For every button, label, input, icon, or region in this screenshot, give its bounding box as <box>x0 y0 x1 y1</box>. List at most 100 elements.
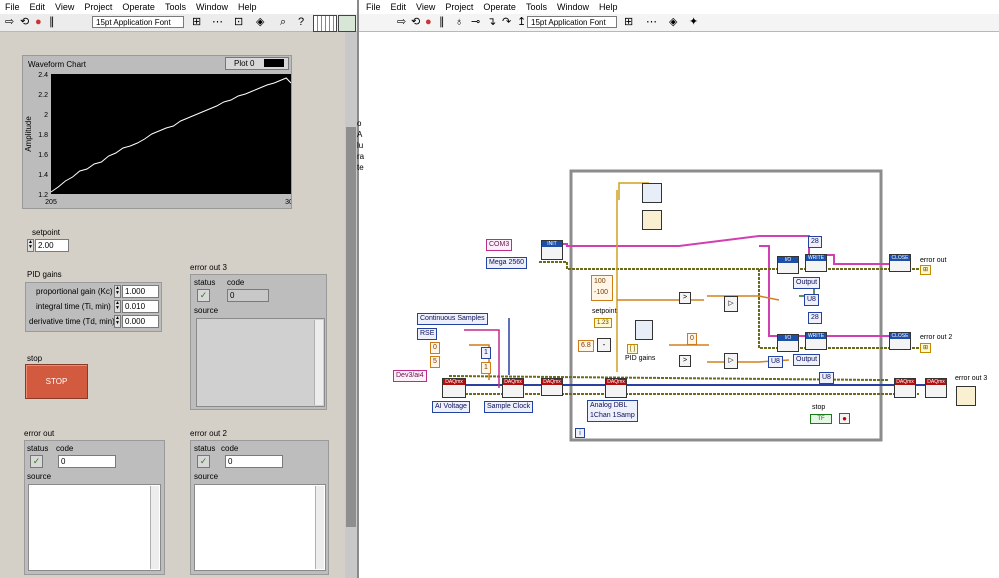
zero-constant[interactable]: 0 <box>687 333 697 345</box>
error-out-2-code-label: code <box>221 444 239 453</box>
output-b-enum[interactable]: Output <box>793 354 821 366</box>
error-out-title: error out <box>24 429 55 438</box>
daqmx-clear-vi[interactable]: DAQmx <box>894 378 916 398</box>
menu-help[interactable]: Help <box>233 2 262 12</box>
subtract-icon[interactable]: - <box>597 338 611 352</box>
run-arrow-icon[interactable]: ⇨ <box>5 16 14 28</box>
front-panel-window: File Edit View Project Operate Tools Win… <box>0 0 357 578</box>
linx-close-a-vi[interactable]: CLOSE <box>889 254 911 272</box>
waveform-chart-terminal-icon[interactable] <box>642 210 662 230</box>
error-out-3-code-field: 0 <box>227 289 269 302</box>
daqmx-read-vi[interactable]: DAQmx <box>605 378 627 398</box>
error-out-2-source-scrollbar[interactable] <box>315 486 324 569</box>
resize-icon[interactable]: ⊡ <box>234 16 243 28</box>
run-continuously-icon[interactable]: ⟲ <box>20 16 29 28</box>
ti-input[interactable]: 0.010 <box>122 300 159 313</box>
td-input[interactable]: 0.000 <box>122 315 159 328</box>
offset-constant[interactable]: 6.8 <box>578 340 594 352</box>
kc-input[interactable]: 1.000 <box>122 285 159 298</box>
error-out-terminal[interactable]: ⊞ <box>920 265 932 275</box>
error-out-2-terminal[interactable]: ⊞ <box>920 343 932 353</box>
menu-tools[interactable]: Tools <box>160 2 191 12</box>
linx-open-vi[interactable]: INIT <box>541 240 563 260</box>
linx-open-header: INIT <box>542 241 562 247</box>
daqmx-stop-vi[interactable]: DAQmx <box>925 378 947 398</box>
linx-close-b-vi[interactable]: CLOSE <box>889 332 911 350</box>
com-port-control[interactable]: COM3 <box>486 239 513 251</box>
rate-constant[interactable]: 1 <box>481 347 491 359</box>
bd-error-out-2-label: error out 2 <box>920 334 953 341</box>
connector-pane-icon[interactable] <box>313 15 337 32</box>
pid-vi[interactable] <box>635 320 653 340</box>
chart-terminal-icon[interactable] <box>642 183 662 203</box>
max-value-constant[interactable]: 5 <box>430 356 440 368</box>
fp-scroll-thumb[interactable] <box>346 127 356 527</box>
daqmx-start-vi[interactable]: DAQmx <box>541 378 563 396</box>
pause-icon[interactable]: ∥ <box>49 16 55 28</box>
chart-plot-area: 2.42.221.81.61.41.2205305TimeAmplitude <box>24 72 291 206</box>
compare-b-icon[interactable]: > <box>679 355 691 367</box>
kc-spinner[interactable]: ▲ ▼ <box>114 285 121 298</box>
setpoint-terminal[interactable]: 1.23 <box>594 318 612 328</box>
vi-icon[interactable] <box>338 15 356 32</box>
physical-channel-control[interactable]: Dev3/ai4 <box>393 370 427 382</box>
sample-clock-selector[interactable]: Sample Clock <box>484 401 534 413</box>
cutoff-text: o A lu ra te <box>357 118 364 173</box>
daqmx-create-channel-vi[interactable]: DAQmx <box>442 378 466 398</box>
menu-view[interactable]: View <box>50 2 79 12</box>
cutoff-text-5: te <box>357 163 364 172</box>
select-b-icon[interactable]: ▷ <box>724 353 738 369</box>
pin-a-constant[interactable]: 28 <box>808 236 822 248</box>
error-out-3-status-check-icon: ✓ <box>197 289 210 302</box>
setpoint-spinner[interactable]: ▲ ▼ <box>27 239 34 252</box>
bd-pid-gains-label: PID gains <box>625 355 656 362</box>
y-tick-label: 2.2 <box>38 92 48 99</box>
daqmx-read-header: DAQmx <box>606 379 626 385</box>
select-a-icon[interactable]: ▷ <box>724 296 738 312</box>
fp-vertical-scrollbar[interactable] <box>345 32 357 578</box>
font-selector[interactable]: 15pt Application Font <box>92 16 184 28</box>
daqmx-timing-header: DAQmx <box>503 379 523 385</box>
ai-voltage-selector[interactable]: AI Voltage <box>432 401 470 413</box>
daqmx-timing-vi[interactable]: DAQmx <box>502 378 524 398</box>
stop-button[interactable]: STOP <box>25 364 88 399</box>
error-handler-vi[interactable] <box>956 386 976 406</box>
linx-write-b-vi[interactable]: WRITE <box>805 332 827 350</box>
search-icon[interactable]: ⌕ <box>280 16 286 28</box>
abort-icon[interactable]: ● <box>35 16 42 28</box>
ti-spinner[interactable]: ▲ ▼ <box>114 300 121 313</box>
reorder-icon[interactable]: ◈ <box>256 16 264 28</box>
output-range-constant[interactable]: 100 -100 <box>591 275 613 301</box>
pid-gains-terminal[interactable]: [ ] <box>627 344 639 354</box>
menu-file[interactable]: File <box>0 2 25 12</box>
pwm-b-vi[interactable]: I/O <box>777 334 799 352</box>
min-value-constant[interactable]: 0 <box>430 342 440 354</box>
samples-constant[interactable]: 1 <box>481 362 491 374</box>
align-icon[interactable]: ⊞ <box>192 16 201 28</box>
td-spinner[interactable]: ▲ ▼ <box>114 315 121 328</box>
menu-edit[interactable]: Edit <box>25 2 51 12</box>
output-range-min: -100 <box>594 289 609 296</box>
pin-b-constant[interactable]: 28 <box>808 312 822 324</box>
menu-project[interactable]: Project <box>79 2 117 12</box>
menu-window[interactable]: Window <box>191 2 233 12</box>
read-type-selector[interactable]: Analog DBL 1Chan 1Samp <box>587 400 638 422</box>
loop-condition-icon[interactable]: ● <box>839 413 850 424</box>
output-a-enum[interactable]: Output <box>793 277 821 289</box>
daqmx-create-header: DAQmx <box>443 379 465 385</box>
terminal-config-enum[interactable]: RSE <box>417 328 438 340</box>
distribute-icon[interactable]: ⋯ <box>212 16 223 28</box>
compare-a-icon[interactable]: > <box>679 292 691 304</box>
pwm-a-header: I/O <box>778 257 798 263</box>
error-out-source-scrollbar[interactable] <box>150 486 159 569</box>
setpoint-input[interactable]: 2.00 <box>35 239 69 252</box>
help-icon[interactable]: ? <box>298 16 304 28</box>
error-out-3-source-scrollbar[interactable] <box>314 320 323 405</box>
board-enum[interactable]: Mega 2560 <box>486 257 528 269</box>
sample-mode-enum[interactable]: Continuous Samples <box>417 313 488 325</box>
linx-write-a-vi[interactable]: WRITE <box>805 254 827 272</box>
menu-operate[interactable]: Operate <box>117 2 160 12</box>
td-label: derivative time (Td, min) <box>29 317 115 326</box>
stop-terminal[interactable]: TF <box>810 414 832 424</box>
pwm-a-vi[interactable]: I/O <box>777 256 799 274</box>
